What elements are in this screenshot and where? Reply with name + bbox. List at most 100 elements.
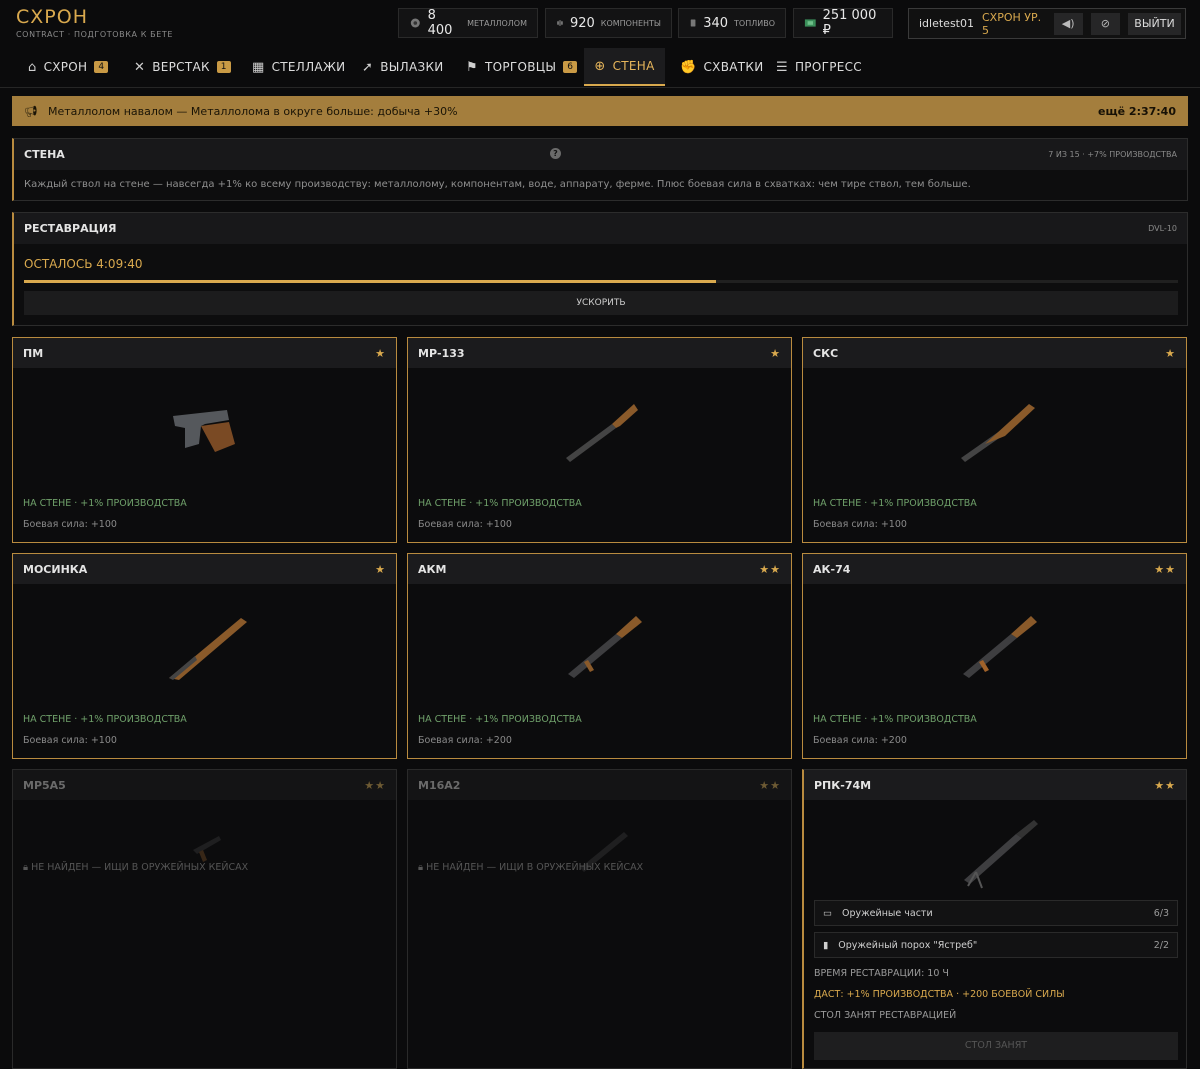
money-icon bbox=[804, 19, 816, 27]
lock-icon: 🔒︎ bbox=[23, 862, 32, 873]
not-found-text: 🔒︎ НЕ НАЙДЕН — ИЩИ В ОРУЖЕЙНЫХ КЕЙСАХ bbox=[418, 862, 643, 873]
tab-label: СТЕНА bbox=[612, 59, 655, 73]
card-name: ПМ bbox=[23, 346, 44, 360]
assault-rifle-icon bbox=[963, 616, 1037, 678]
tab-raids[interactable]: ➚ ВЫЛАЗКИ bbox=[362, 48, 444, 86]
card-name: MP5A5 bbox=[23, 778, 66, 792]
card-name: M16A2 bbox=[418, 778, 461, 792]
shelves-icon: ▦ bbox=[252, 59, 265, 75]
lock-icon: 🔒︎ bbox=[418, 862, 427, 873]
weapon-card-mosin[interactable]: МОСИНКА ★ НА СТЕНЕ · +1% ПРОИЗВОДСТВА Бое… bbox=[12, 553, 397, 759]
star-icon: ★ bbox=[375, 346, 386, 360]
notifications-button[interactable]: ⊘ bbox=[1090, 12, 1121, 35]
requirement-row: ▮ Оружейный порох "Ястреб" 2/2 bbox=[814, 932, 1178, 958]
weapon-card-akm[interactable]: АКМ ★★ НА СТЕНЕ · +1% ПРОИЗВОДСТВА Боевая… bbox=[407, 553, 792, 759]
tab-traders[interactable]: ⚑ ТОРГОВЦЫ 6 bbox=[466, 48, 578, 86]
rifle-icon bbox=[169, 618, 247, 680]
top-bar: СХРОН CONTRACT · ПОДГОТОВКА К БЕТЕ 8 400… bbox=[0, 0, 1200, 48]
weapon-card-sks[interactable]: СКС ★ НА СТЕНЕ · +1% ПРОИЗВОДСТВА Боевая … bbox=[802, 337, 1187, 543]
wall-description: Каждый ствол на стене — навсегда +1% ко … bbox=[24, 179, 971, 190]
card-power: Боевая сила: +200 bbox=[813, 735, 907, 746]
pistol-icon bbox=[173, 410, 235, 452]
req-count: 2/2 bbox=[1153, 939, 1169, 951]
tab-progress[interactable]: ☰ ПРОГРЕСС bbox=[776, 48, 862, 86]
card-status: НА СТЕНЕ · +1% ПРОИЗВОДСТВА bbox=[813, 498, 977, 509]
runner-icon: ➚ bbox=[362, 59, 374, 75]
star-icon: ★★ bbox=[364, 778, 386, 792]
components-icon bbox=[557, 20, 563, 26]
list-icon: ☰ bbox=[776, 59, 788, 75]
weapon-card-mr133[interactable]: МР-133 ★ НА СТЕНЕ · +1% ПРОИЗВОДСТВА Боев… bbox=[407, 337, 792, 543]
weapon-card-m16a2[interactable]: M16A2 ★★ 🔒︎ НЕ НАЙДЕН — ИЩИ В ОРУЖЕЙНЫХ К… bbox=[407, 769, 792, 1069]
wall-count: 7 ИЗ 15 · +7% ПРОИЗВОДСТВА bbox=[1048, 150, 1177, 159]
card-header: СКС ★ bbox=[803, 338, 1186, 368]
tab-workbench[interactable]: ✕ ВЕРСТАК 1 bbox=[134, 48, 231, 86]
card-header: АК-74 ★★ bbox=[803, 554, 1186, 584]
tab-fights[interactable]: ✊ СХВАТКИ bbox=[680, 48, 763, 86]
tab-label: ВЫЛАЗКИ bbox=[380, 60, 444, 74]
rifle-icon bbox=[580, 832, 628, 872]
tab-racks[interactable]: ▦ СТЕЛЛАЖИ bbox=[252, 48, 345, 86]
user-panel: idletest01 СХРОН УР. 5 ◀) ⊘ ВЫЙТИ bbox=[908, 8, 1186, 39]
fuel-label: ТОПЛИВО bbox=[734, 18, 775, 28]
card-status: НА СТЕНЕ · +1% ПРОИЗВОДСТВА bbox=[813, 714, 977, 725]
smg-icon bbox=[193, 836, 221, 862]
app-subtitle: CONTRACT · ПОДГОТОВКА К БЕТЕ bbox=[16, 30, 174, 39]
tab-badge: 1 bbox=[216, 61, 231, 73]
star-icon: ★ bbox=[770, 346, 781, 360]
stash-level: СХРОН УР. 5 bbox=[981, 10, 1042, 37]
card-power: Боевая сила: +100 bbox=[813, 519, 907, 530]
card-name: АКМ bbox=[418, 562, 447, 576]
star-icon: ★★ bbox=[759, 562, 781, 576]
tab-stash[interactable]: ⌂ СХРОН 4 bbox=[28, 48, 109, 86]
event-timer: ещё 2:37:40 bbox=[1098, 104, 1176, 118]
scrap-icon bbox=[410, 18, 420, 28]
restoration-panel: РЕСТАВРАЦИЯ DVL-10 ОСТАЛОСЬ 4:09:40 УСКО… bbox=[12, 212, 1188, 326]
star-icon: ★★ bbox=[1154, 778, 1176, 792]
logout-button[interactable]: ВЫЙТИ bbox=[1128, 12, 1182, 35]
card-name: РПК-74М bbox=[814, 778, 872, 792]
tab-label: СХВАТКИ bbox=[703, 60, 764, 74]
bell-off-icon: ⊘ bbox=[1100, 17, 1111, 30]
wall-header: СТЕНА ? 7 ИЗ 15 · +7% ПРОИЗВОДСТВА bbox=[14, 139, 1187, 170]
wall-title: СТЕНА bbox=[24, 148, 65, 161]
main-tabs: ⌂ СХРОН 4 ✕ ВЕРСТАК 1 ▦ СТЕЛЛАЖИ ➚ ВЫЛАЗКИ ⚑ ТО… bbox=[0, 48, 1200, 88]
weapon-parts-icon: ▭ bbox=[823, 907, 832, 919]
components-value: 920 bbox=[569, 15, 595, 31]
card-power: Боевая сила: +200 bbox=[418, 735, 512, 746]
tab-label: ТОРГОВЦЫ bbox=[484, 60, 557, 74]
sound-button[interactable]: ◀) bbox=[1053, 12, 1083, 35]
star-icon: ★★ bbox=[1154, 562, 1176, 576]
busy-note: СТОЛ ЗАНЯТ РЕСТАВРАЦИЕЙ bbox=[814, 1010, 957, 1021]
weapon-card-pm[interactable]: ПМ ★ НА СТЕНЕ · +1% ПРОИЗВОДСТВА Боевая с… bbox=[12, 337, 397, 543]
star-icon: ★ bbox=[1165, 346, 1176, 360]
app-title: СХРОН bbox=[16, 6, 88, 28]
restoration-progress-bar bbox=[24, 280, 1178, 283]
tab-wall[interactable]: ⊕ СТЕНА bbox=[584, 48, 665, 86]
brand: СХРОН CONTRACT · ПОДГОТОВКА К БЕТЕ bbox=[16, 6, 173, 39]
weapon-card-mp5a5[interactable]: MP5A5 ★★ 🔒︎ НЕ НАЙДЕН — ИЩИ В ОРУЖЕЙНЫХ К… bbox=[12, 769, 397, 1069]
weapon-card-rpk74m[interactable]: РПК-74М ★★ ▭ Оружейные части 6/3 ▮ Оружейный… bbox=[802, 769, 1187, 1069]
speed-up-button[interactable]: УСКОРИТЬ bbox=[24, 291, 1178, 315]
restoration-title: РЕСТАВРАЦИЯ bbox=[24, 222, 117, 235]
card-header: РПК-74М ★★ bbox=[804, 770, 1186, 800]
req-label: Оружейные части bbox=[841, 907, 933, 919]
speaker-icon: ◀) bbox=[1061, 17, 1075, 30]
restoration-time: ВРЕМЯ РЕСТАВРАЦИИ: 10 Ч bbox=[814, 968, 949, 979]
username: idletest01 bbox=[919, 17, 974, 30]
help-icon[interactable]: ? bbox=[550, 148, 561, 159]
requirement-row: ▭ Оружейные части 6/3 bbox=[814, 900, 1178, 926]
fuel-value: 340 bbox=[703, 15, 729, 31]
card-name: МР-133 bbox=[418, 346, 465, 360]
tab-label: ПРОГРЕСС bbox=[794, 60, 862, 74]
card-status: НА СТЕНЕ · +1% ПРОИЗВОДСТВА bbox=[23, 714, 187, 725]
card-header: ПМ ★ bbox=[13, 338, 396, 368]
fist-icon: ✊ bbox=[680, 59, 697, 75]
restoration-remaining: ОСТАЛОСЬ 4:09:40 bbox=[24, 257, 143, 271]
tab-label: СХРОН bbox=[43, 60, 88, 74]
weapon-card-ak74[interactable]: АК-74 ★★ НА СТЕНЕ · +1% ПРОИЗВОДСТВА Боев… bbox=[802, 553, 1187, 759]
card-status: НА СТЕНЕ · +1% ПРОИЗВОДСТВА bbox=[23, 498, 187, 509]
card-header: АКМ ★★ bbox=[408, 554, 791, 584]
tools-icon: ✕ bbox=[134, 59, 146, 75]
resource-money: 251 000 ₽ bbox=[793, 8, 893, 38]
